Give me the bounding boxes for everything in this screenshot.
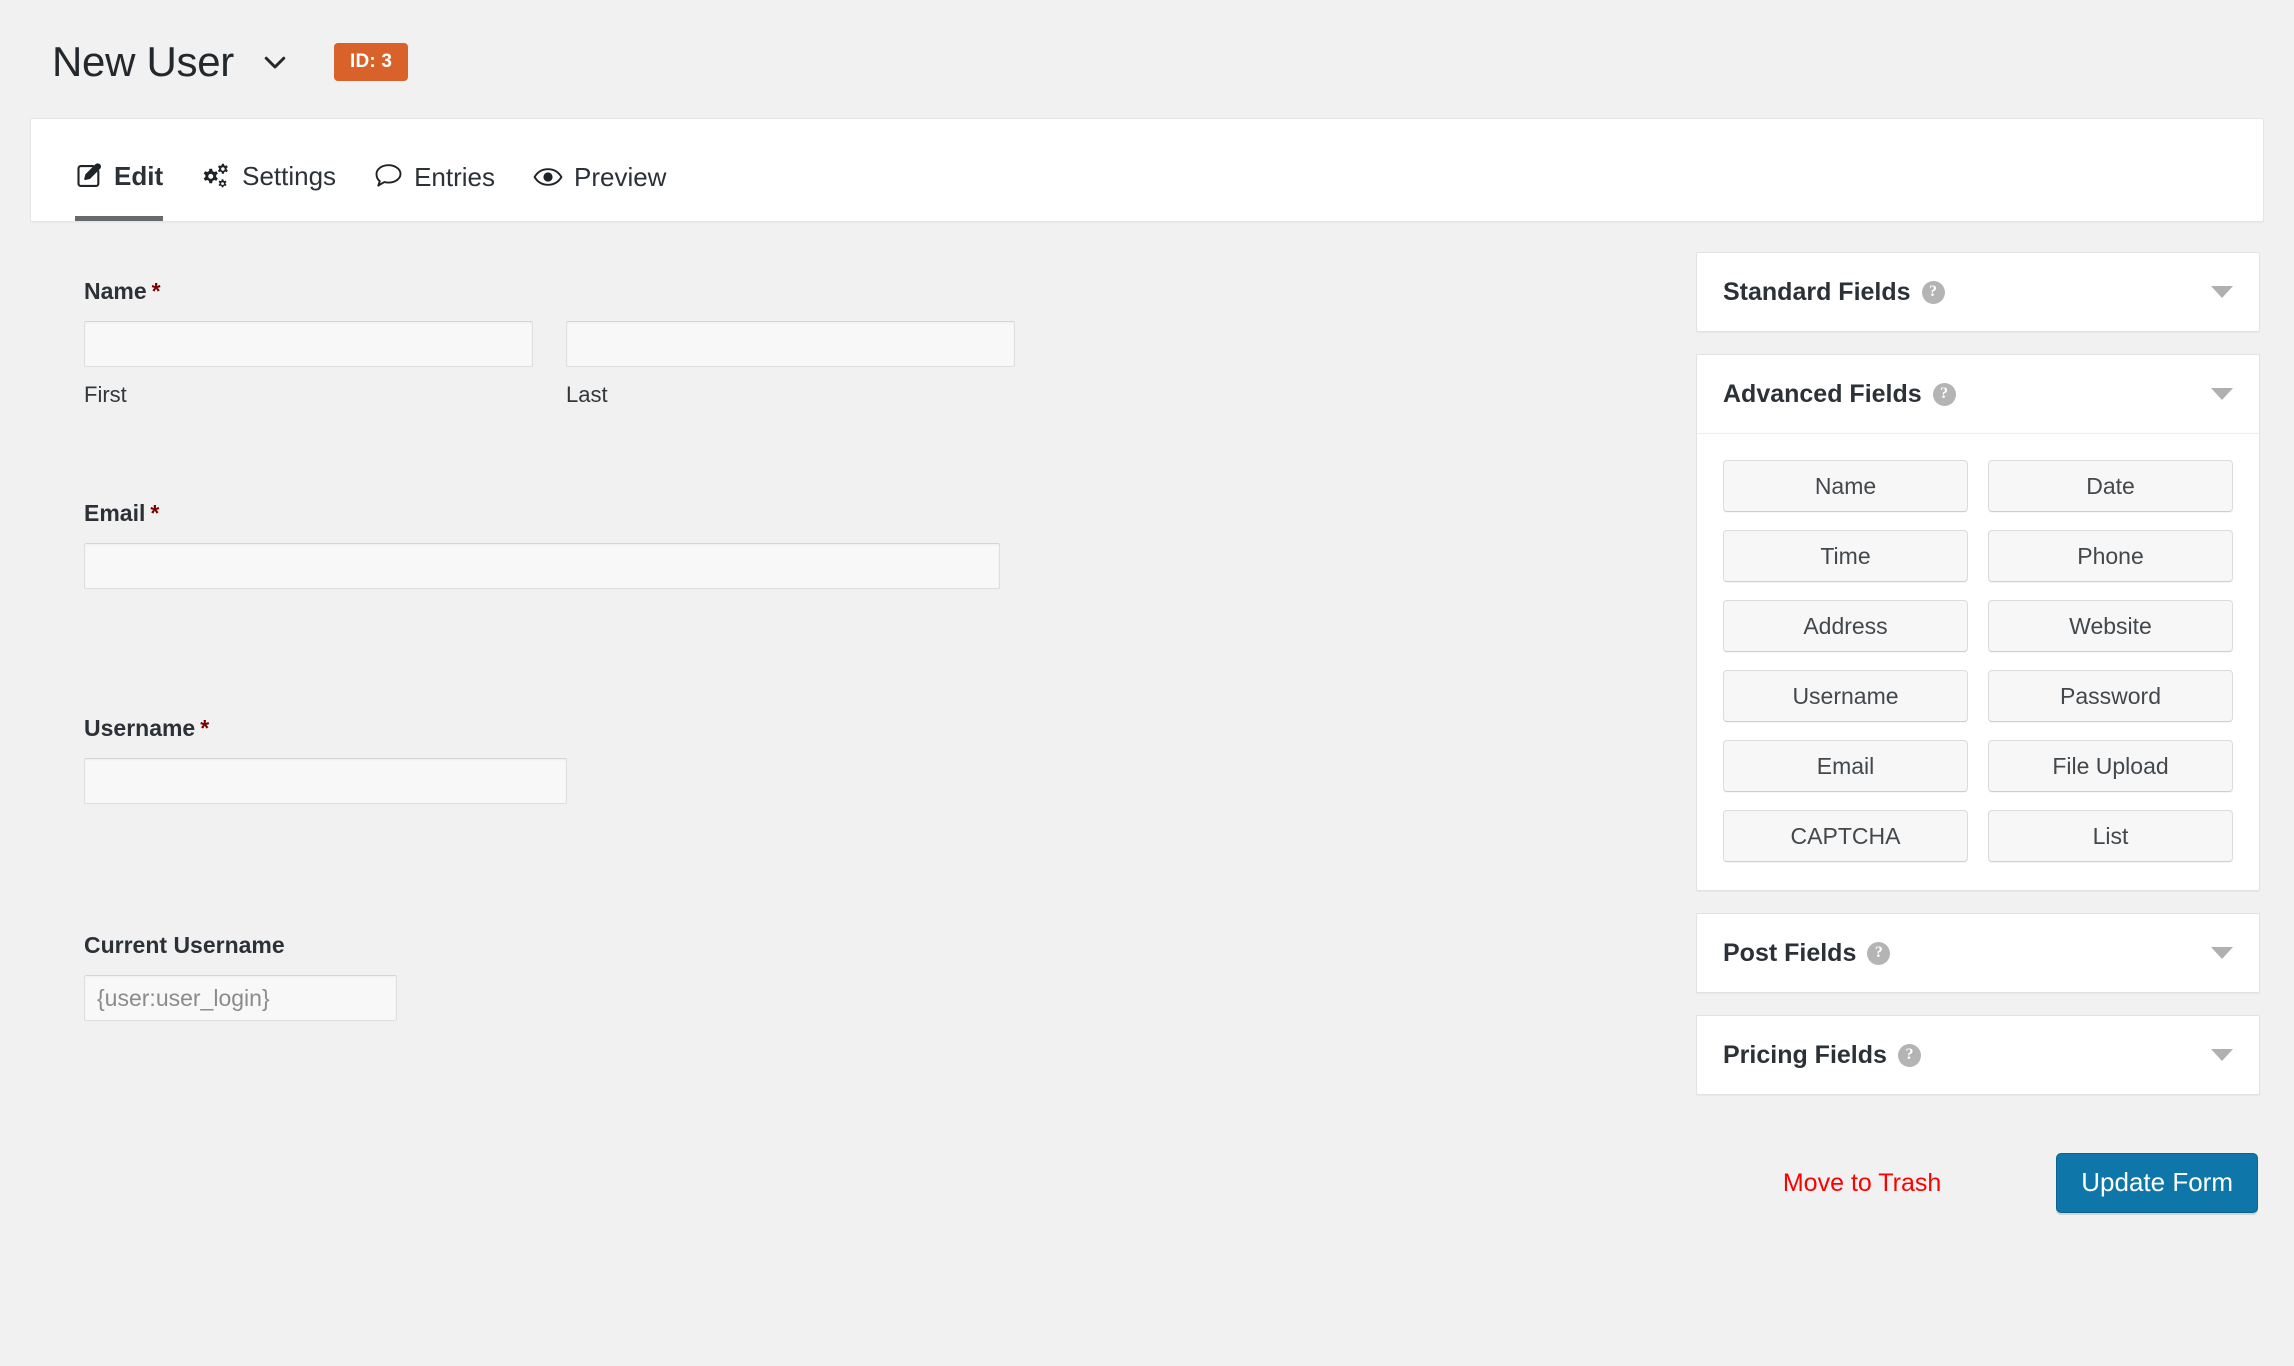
- caret-down-icon[interactable]: [2211, 285, 2233, 299]
- tab-preview-label: Preview: [573, 162, 667, 192]
- help-question-icon[interactable]: ?: [1921, 280, 1945, 304]
- field-label-current-username-text: Current Username: [84, 932, 285, 958]
- required-asterisk: *: [200, 715, 210, 741]
- help-question-icon[interactable]: ?: [1897, 1043, 1921, 1067]
- advanced-fields-button-grid: Name Date Time Phone Address Website Use…: [1697, 433, 2259, 890]
- panel-pricing-fields-header[interactable]: Pricing Fields ?: [1697, 1016, 2259, 1094]
- form-field-name[interactable]: Name * First Last: [84, 280, 1670, 406]
- page-title: New User: [52, 38, 234, 85]
- field-label-email: Email *: [84, 502, 1670, 525]
- current-username-placeholder: {user:user_login}: [97, 984, 270, 1011]
- update-form-button[interactable]: Update Form: [2056, 1153, 2258, 1213]
- panel-standard-fields-header[interactable]: Standard Fields ?: [1697, 253, 2259, 331]
- page-header: New User ID: 3: [0, 0, 2294, 96]
- move-to-trash-link[interactable]: Move to Trash: [1783, 1170, 1941, 1196]
- name-last-sublabel: Last: [566, 382, 608, 407]
- caret-down-icon[interactable]: [2211, 1048, 2233, 1062]
- panel-standard-fields-title: Standard Fields: [1723, 277, 1911, 306]
- tab-settings-label: Settings: [242, 161, 337, 191]
- tab-edit-label: Edit: [114, 161, 164, 191]
- add-field-button-phone[interactable]: Phone: [1988, 530, 2233, 582]
- required-asterisk: *: [150, 500, 160, 526]
- name-last-column: Last: [566, 321, 1015, 406]
- field-label-username-text: Username: [84, 715, 196, 741]
- add-field-button-captcha[interactable]: CAPTCHA: [1723, 810, 1968, 862]
- add-field-button-address[interactable]: Address: [1723, 600, 1968, 652]
- caret-down-icon[interactable]: [2211, 946, 2233, 960]
- field-label-email-text: Email: [84, 500, 146, 526]
- tab-entries-label: Entries: [414, 161, 495, 192]
- caret-down-icon[interactable]: [2211, 387, 2233, 401]
- field-label-username: Username *: [84, 717, 1670, 740]
- panel-post-fields: Post Fields ?: [1696, 913, 2260, 993]
- tab-bar: Edit Settings Entries Preview: [30, 118, 2264, 222]
- required-asterisk: *: [151, 278, 161, 304]
- form-field-current-username[interactable]: Current Username {user:user_login}: [84, 934, 1670, 1021]
- email-input[interactable]: [84, 543, 1000, 589]
- form-field-username[interactable]: Username *: [84, 717, 1670, 804]
- chevron-down-icon[interactable]: [260, 47, 290, 77]
- panel-advanced-fields-title: Advanced Fields: [1723, 379, 1922, 408]
- panel-pricing-fields: Pricing Fields ?: [1696, 1015, 2260, 1095]
- current-username-input[interactable]: {user:user_login}: [84, 975, 397, 1021]
- add-field-button-email[interactable]: Email: [1723, 740, 1968, 792]
- add-field-button-time[interactable]: Time: [1723, 530, 1968, 582]
- name-first-column: First: [84, 321, 533, 406]
- form-field-email[interactable]: Email *: [84, 502, 1670, 589]
- field-label-name: Name *: [84, 280, 1670, 303]
- speech-bubble-icon: [374, 163, 403, 190]
- panel-post-fields-header[interactable]: Post Fields ?: [1697, 914, 2259, 992]
- gears-icon: [201, 162, 231, 190]
- panel-post-fields-title: Post Fields: [1723, 938, 1857, 967]
- field-panels-sidebar: Standard Fields ? Advanced Fields ? Name…: [1696, 222, 2260, 1213]
- add-field-button-list[interactable]: List: [1988, 810, 2233, 862]
- panel-pricing-fields-title: Pricing Fields: [1723, 1040, 1887, 1069]
- tab-settings[interactable]: Settings: [201, 162, 336, 221]
- add-field-button-username[interactable]: Username: [1723, 670, 1968, 722]
- add-field-button-name[interactable]: Name: [1723, 460, 1968, 512]
- add-field-button-file-upload[interactable]: File Upload: [1988, 740, 2233, 792]
- name-first-input[interactable]: [84, 321, 533, 367]
- form-editor-canvas: Name * First Last Email * Username * Cur…: [30, 222, 1670, 1029]
- panel-standard-fields: Standard Fields ?: [1696, 252, 2260, 332]
- add-field-button-date[interactable]: Date: [1988, 460, 2233, 512]
- form-id-badge: ID: 3: [333, 43, 409, 81]
- tab-preview[interactable]: Preview: [533, 164, 666, 221]
- add-field-button-password[interactable]: Password: [1988, 670, 2233, 722]
- username-input[interactable]: [84, 758, 567, 804]
- name-last-input[interactable]: [566, 321, 1015, 367]
- form-actions: Move to Trash Update Form: [1696, 1153, 2260, 1213]
- edit-pencil-icon: [75, 162, 103, 190]
- panel-advanced-fields-header[interactable]: Advanced Fields ?: [1697, 355, 2259, 433]
- field-label-current-username: Current Username: [84, 934, 1670, 957]
- main-content: Name * First Last Email * Username * Cur…: [0, 222, 2294, 1213]
- eye-icon: [533, 165, 563, 189]
- help-question-icon[interactable]: ?: [1932, 382, 1956, 406]
- tab-edit[interactable]: Edit: [75, 161, 164, 221]
- field-label-name-text: Name: [84, 278, 147, 304]
- help-question-icon[interactable]: ?: [1867, 941, 1891, 965]
- name-first-sublabel: First: [84, 382, 127, 407]
- add-field-button-website[interactable]: Website: [1988, 600, 2233, 652]
- panel-advanced-fields: Advanced Fields ? Name Date Time Phone A…: [1696, 354, 2260, 891]
- tab-entries[interactable]: Entries: [374, 163, 495, 221]
